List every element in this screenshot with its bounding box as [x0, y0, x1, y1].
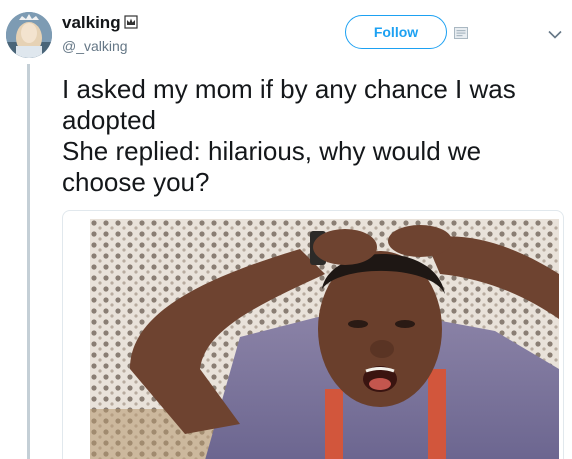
media-card[interactable]	[62, 210, 564, 459]
card-icon[interactable]	[454, 27, 468, 39]
tweet-text-line: She replied: hilarious, why would we	[62, 136, 482, 166]
follow-button[interactable]: Follow	[345, 15, 447, 49]
tweet-text-line: I asked my mom if by any chance I was	[62, 74, 516, 104]
user-handle[interactable]: @_valking	[62, 38, 128, 54]
tweet-text-line: adopted	[62, 105, 156, 135]
display-name-row[interactable]: valking	[62, 13, 138, 33]
display-name[interactable]: valking	[62, 13, 121, 32]
tweet-photo[interactable]	[90, 219, 559, 459]
crown-icon	[123, 15, 138, 29]
chevron-down-icon[interactable]	[548, 30, 562, 39]
tweet-text-line: choose you?	[62, 167, 210, 197]
thread-line	[27, 64, 30, 459]
avatar[interactable]	[6, 12, 52, 58]
tweet-text: I asked my mom if by any chance I was ad…	[62, 74, 562, 198]
